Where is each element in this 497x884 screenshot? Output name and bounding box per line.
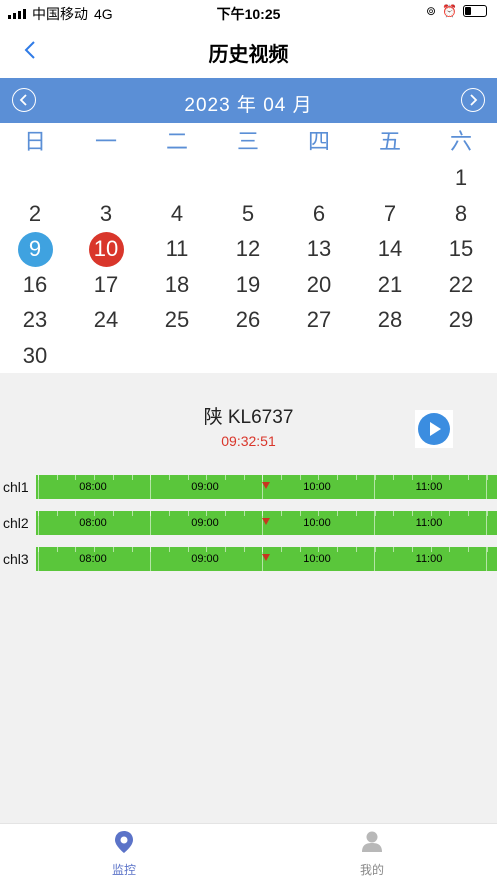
timeline-tick-label: 09:00 bbox=[191, 553, 219, 565]
playhead-marker bbox=[262, 518, 270, 525]
alarm-icon: ⏰ bbox=[442, 4, 457, 18]
calendar-day[interactable]: 24 bbox=[84, 303, 128, 337]
tab-mine-label: 我的 bbox=[359, 863, 384, 877]
timeline-tick-label: 10:00 bbox=[303, 517, 331, 529]
calendar-day[interactable]: 22 bbox=[439, 268, 483, 302]
timeline-tick-label: 09:00 bbox=[191, 481, 219, 493]
calendar-day[interactable]: 28 bbox=[368, 303, 412, 337]
month-bar: 2023 年 04 月 bbox=[0, 78, 497, 123]
timeline-row: chl3 08:00 09:00 10:00 11:00 bbox=[0, 547, 497, 571]
weekday-header: 四 bbox=[307, 129, 330, 154]
calendar-day[interactable]: 16 bbox=[13, 268, 57, 302]
calendar-day[interactable]: 8 bbox=[439, 197, 483, 231]
tab-mine[interactable]: 我的 bbox=[332, 830, 412, 878]
playhead-marker bbox=[262, 554, 270, 561]
calendar-day[interactable]: 25 bbox=[155, 303, 199, 337]
timeline-track[interactable]: 08:00 09:00 10:00 11:00 bbox=[36, 475, 497, 499]
calendar-day[interactable]: 7 bbox=[368, 197, 412, 231]
calendar-day[interactable]: 1 bbox=[439, 161, 483, 195]
chevron-right-icon bbox=[470, 94, 478, 106]
timeline-tick-label: 08:00 bbox=[79, 517, 107, 529]
status-bar: 中国移动 4G 下午10:25 ⊚ ⏰ bbox=[0, 0, 497, 24]
timeline-tick-label: 11:00 bbox=[415, 517, 443, 529]
calendar-day[interactable]: 21 bbox=[368, 268, 412, 302]
weekday-header: 五 bbox=[378, 129, 401, 154]
play-button[interactable] bbox=[415, 410, 453, 448]
timeline-tick-label: 08:00 bbox=[79, 553, 107, 565]
timeline-tick-label: 09:00 bbox=[191, 517, 219, 529]
calendar-day[interactable]: 30 bbox=[13, 339, 57, 373]
calendar-day[interactable]: 19 bbox=[226, 268, 270, 302]
timeline-tick-label: 08:00 bbox=[79, 481, 107, 493]
calendar-day[interactable]: 27 bbox=[297, 303, 341, 337]
clock: 下午10:25 bbox=[216, 6, 281, 22]
calendar-day[interactable]: 4 bbox=[155, 197, 199, 231]
timeline-row: chl2 08:00 09:00 10:00 11:00 bbox=[0, 511, 497, 535]
calendar-day[interactable]: 2 bbox=[13, 197, 57, 231]
calendar-day[interactable]: 29 bbox=[439, 303, 483, 337]
calendar-day[interactable]: 3 bbox=[84, 197, 128, 231]
page-title: 历史视频 bbox=[208, 44, 289, 66]
weekday-header: 一 bbox=[94, 129, 117, 154]
channel-label: chl3 bbox=[3, 551, 29, 567]
calendar-day[interactable]: 14 bbox=[368, 232, 412, 266]
calendar-day[interactable]: 10 bbox=[84, 232, 128, 267]
timeline-tick-label: 11:00 bbox=[415, 553, 443, 565]
timeline-tick-label: 11:00 bbox=[415, 481, 443, 493]
calendar-day[interactable]: 5 bbox=[226, 197, 270, 231]
timeline-tick-label: 10:00 bbox=[303, 481, 331, 493]
channel-label: chl2 bbox=[3, 515, 29, 531]
battery-icon bbox=[463, 5, 487, 17]
calendar-day[interactable]: 23 bbox=[13, 303, 57, 337]
calendar-day[interactable]: 12 bbox=[226, 232, 270, 266]
calendar-day[interactable]: 17 bbox=[84, 268, 128, 302]
weekday-header: 二 bbox=[165, 129, 188, 154]
calendar-day[interactable]: 9 bbox=[13, 232, 57, 267]
weekday-header: 六 bbox=[449, 129, 472, 154]
calendar-day[interactable]: 13 bbox=[297, 232, 341, 266]
calendar-day[interactable]: 6 bbox=[297, 197, 341, 231]
calendar-day[interactable]: 11 bbox=[155, 232, 199, 266]
tab-monitor[interactable]: 监控 bbox=[84, 830, 164, 878]
timeline-row: chl1 08:00 09:00 10:00 11:00 bbox=[0, 475, 497, 499]
playhead-marker bbox=[262, 482, 270, 489]
calendar-grid: 日一二三四五六 1 2 3 4 5 6 7 8 9 10 11 12 13 14 15 16 17 18 19 20 21… bbox=[0, 123, 497, 373]
calendar-day[interactable]: 20 bbox=[297, 268, 341, 302]
channel-label: chl1 bbox=[3, 479, 29, 495]
lock-rotation-icon: ⊚ bbox=[425, 4, 437, 18]
timeline-track[interactable]: 08:00 09:00 10:00 11:00 bbox=[36, 511, 497, 535]
tab-bar: 监控 我的 bbox=[0, 823, 497, 884]
tab-monitor-label: 监控 bbox=[111, 863, 136, 877]
timeline-track[interactable]: 08:00 09:00 10:00 11:00 bbox=[36, 547, 497, 571]
next-month-button[interactable] bbox=[461, 88, 485, 112]
timeline-tick-label: 10:00 bbox=[303, 553, 331, 565]
calendar-day[interactable]: 18 bbox=[155, 268, 199, 302]
weekday-header: 日 bbox=[23, 129, 46, 154]
user-icon bbox=[362, 831, 382, 852]
weekday-header: 三 bbox=[236, 129, 259, 154]
calendar-day[interactable]: 26 bbox=[226, 303, 270, 337]
location-pin-icon bbox=[115, 831, 133, 853]
nav-bar: 历史视频 bbox=[0, 24, 497, 78]
play-icon bbox=[418, 413, 450, 445]
month-label: 2023 年 04 月 bbox=[184, 95, 313, 116]
calendar-day[interactable]: 15 bbox=[439, 232, 483, 266]
